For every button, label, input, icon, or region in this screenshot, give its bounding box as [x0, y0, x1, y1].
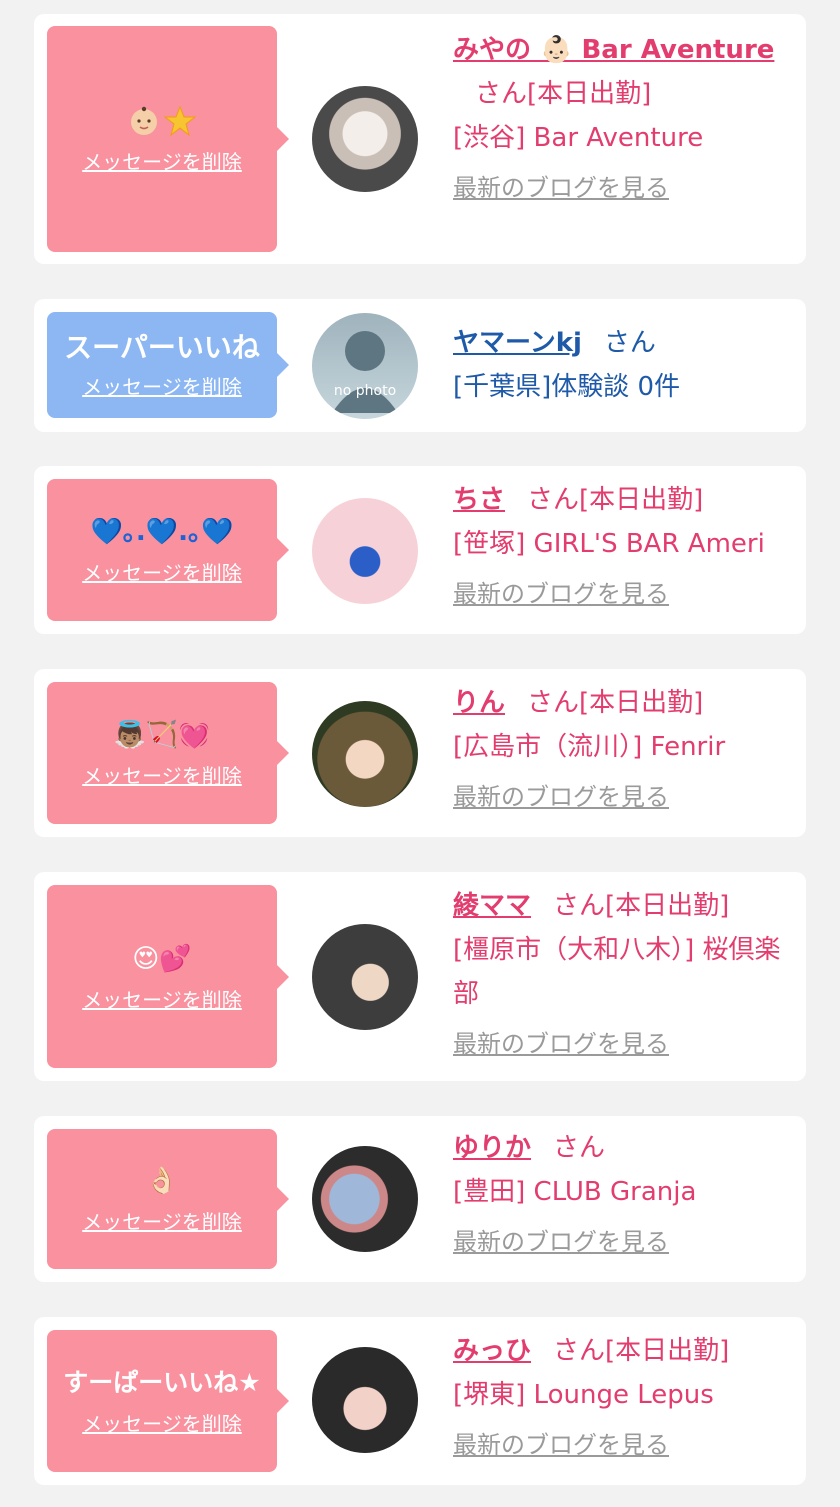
user-name-link[interactable]: みやの 👶🏻 Bar Aventure	[453, 35, 774, 65]
attendance-badge: [本日出勤]	[605, 1336, 730, 1366]
attendance-badge: [本日出勤]	[527, 79, 652, 109]
delete-message-link[interactable]: メッセージを削除	[82, 1409, 242, 1439]
honorific: さん	[603, 328, 656, 358]
honorific: さん	[553, 1336, 606, 1366]
shop-name: [広島市（流川）] Fenrir	[453, 732, 726, 762]
delete-message-link[interactable]: メッセージを削除	[82, 372, 242, 402]
user-name-link[interactable]: 綾ママ	[453, 891, 531, 921]
message-emojis: 👼🏽🏹💓	[113, 720, 211, 750]
avatar[interactable]	[312, 1146, 418, 1252]
profile-info: みやの 👶🏻 Bar Aventure さん[本日出勤] [渋谷] Bar Ave…	[453, 28, 791, 210]
no-photo-icon: no photo	[332, 331, 398, 413]
user-name-link[interactable]: りん	[453, 688, 505, 718]
message-emojis: 💙｡.💙.｡💙	[90, 517, 234, 547]
like-list: メッセージを削除 みやの 👶🏻 Bar Aventureさん[本日出勤] [渋谷…	[0, 0, 840, 1507]
list-item: 💙｡.💙.｡💙 メッセージを削除 ちさ さん[本日出勤] [笹塚] GIRL'S …	[34, 466, 806, 634]
avatar[interactable]	[312, 1347, 418, 1453]
profile-info: みっひ さん[本日出勤] [堺東] Lounge Lepus 最新のブログを見る	[453, 1329, 791, 1467]
message-bubble: 👼🏽🏹💓 メッセージを削除	[47, 682, 289, 824]
shop-name: [渋谷] Bar Aventure	[453, 123, 704, 153]
delete-message-link[interactable]: メッセージを削除	[82, 558, 242, 588]
honorific: さん	[553, 891, 606, 921]
message-emojis	[128, 101, 196, 141]
shop-name: [豊田] CLUB Granja	[453, 1177, 697, 1207]
list-item: 😍💕 メッセージを削除 綾ママ さん[本日出勤] [橿原市（大和八木）] 桜倶楽部…	[34, 872, 806, 1081]
latest-blog-link[interactable]: 最新のブログを見る	[453, 775, 791, 819]
message-bubble: スーパーいいね メッセージを削除	[47, 312, 289, 418]
shop-name: [千葉県]体験談 0件	[453, 372, 681, 402]
delete-message-link[interactable]: メッセージを削除	[82, 761, 242, 791]
latest-blog-link[interactable]: 最新のブログを見る	[453, 1220, 791, 1264]
user-name-link[interactable]: ヤマーンkj	[453, 328, 582, 358]
svg-text:no photo: no photo	[334, 383, 396, 399]
latest-blog-link[interactable]: 最新のブログを見る	[453, 1423, 791, 1467]
message-bubble: メッセージを削除	[47, 26, 289, 252]
message-bubble: すーぱーいいね★ メッセージを削除	[47, 1330, 289, 1472]
avatar[interactable]	[312, 498, 418, 604]
message-text: すーぱーいいね★	[63, 1368, 261, 1397]
profile-info: 綾ママ さん[本日出勤] [橿原市（大和八木）] 桜倶楽部 最新のブログを見る	[453, 884, 791, 1066]
list-item: 👼🏽🏹💓 メッセージを削除 りん さん[本日出勤] [広島市（流川）] Fenri…	[34, 669, 806, 837]
profile-info: ちさ さん[本日出勤] [笹塚] GIRL'S BAR Ameri 最新のブログを…	[453, 478, 791, 616]
avatar[interactable]	[312, 701, 418, 807]
message-bubble: 💙｡.💙.｡💙 メッセージを削除	[47, 479, 289, 621]
shop-name: [笹塚] GIRL'S BAR Ameri	[453, 529, 765, 559]
honorific: さん	[527, 688, 580, 718]
message-bubble: 😍💕 メッセージを削除	[47, 885, 289, 1068]
profile-info: ゆりか さん [豊田] CLUB Granja 最新のブログを見る	[453, 1126, 791, 1264]
list-item: 👌🏻 メッセージを削除 ゆりか さん [豊田] CLUB Granja 最新のブロ…	[34, 1116, 806, 1282]
avatar[interactable]	[312, 924, 418, 1030]
profile-info: りん さん[本日出勤] [広島市（流川）] Fenrir 最新のブログを見る	[453, 681, 791, 819]
message-text: スーパーいいね	[64, 331, 260, 364]
shop-name: [堺東] Lounge Lepus	[453, 1380, 714, 1410]
message-emojis: 👌🏻	[145, 1166, 179, 1196]
list-item: スーパーいいね メッセージを削除 no photo ヤマーンkj さん [千葉県]…	[34, 299, 806, 432]
message-bubble: 👌🏻 メッセージを削除	[47, 1129, 289, 1269]
list-item: メッセージを削除 みやの 👶🏻 Bar Aventure さん[本日出勤] [渋谷…	[34, 14, 806, 264]
latest-blog-link[interactable]: 最新のブログを見る	[453, 166, 791, 210]
attendance-badge: [本日出勤]	[579, 688, 704, 718]
user-name-link[interactable]: ゆりか	[453, 1133, 531, 1163]
honorific: さん	[527, 485, 580, 515]
attendance-badge: [本日出勤]	[605, 891, 730, 921]
honorific: さん	[475, 79, 528, 109]
star-icon	[164, 105, 196, 137]
delete-message-link[interactable]: メッセージを削除	[82, 147, 242, 177]
honorific: さん	[553, 1133, 606, 1163]
delete-message-link[interactable]: メッセージを削除	[82, 985, 242, 1015]
shop-name: [橿原市（大和八木）] 桜倶楽部	[453, 935, 781, 1009]
latest-blog-link[interactable]: 最新のブログを見る	[453, 1022, 791, 1066]
avatar[interactable]	[312, 86, 418, 192]
message-emojis: 😍💕	[132, 943, 192, 974]
attendance-badge: [本日出勤]	[579, 485, 704, 515]
latest-blog-link[interactable]: 最新のブログを見る	[453, 572, 791, 616]
avatar[interactable]: no photo	[312, 313, 418, 419]
user-name-link[interactable]: みっひ	[453, 1336, 531, 1366]
baby-face-icon	[131, 106, 157, 135]
list-item: すーぱーいいね★ メッセージを削除 みっひ さん[本日出勤] [堺東] Loung…	[34, 1317, 806, 1485]
user-name-link[interactable]: ちさ	[453, 485, 505, 515]
profile-info: ヤマーンkj さん [千葉県]体験談 0件	[453, 321, 791, 409]
delete-message-link[interactable]: メッセージを削除	[82, 1207, 242, 1237]
